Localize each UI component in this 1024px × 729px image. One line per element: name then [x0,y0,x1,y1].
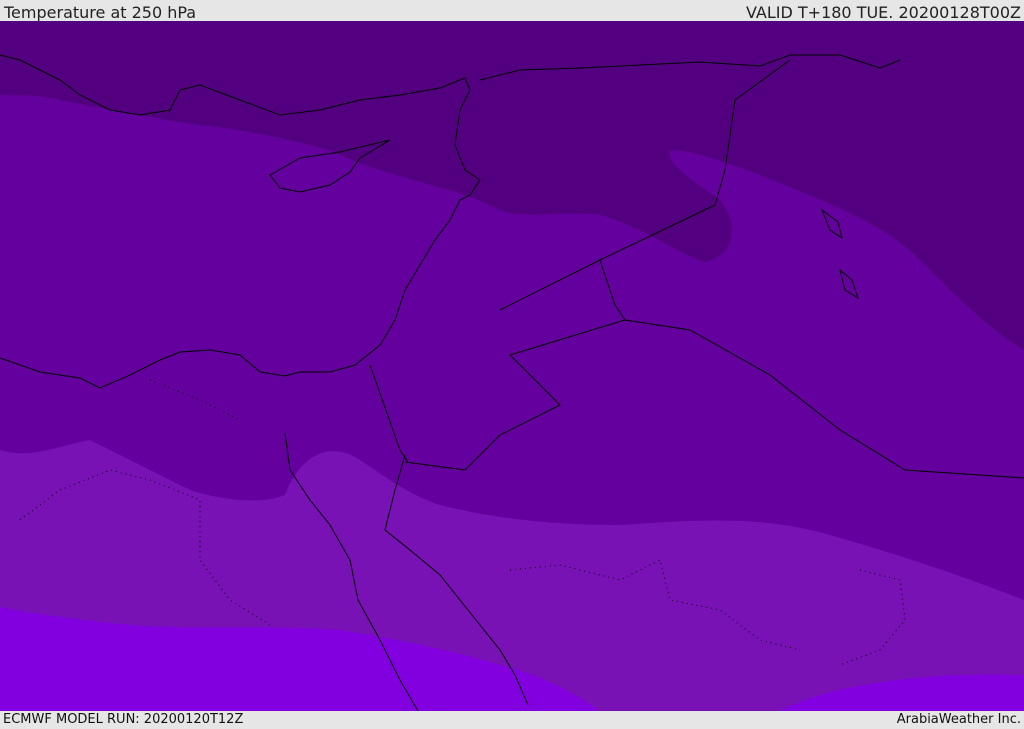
map-footer: ECMWF MODEL RUN: 20200120T12Z ArabiaWeat… [0,711,1024,729]
map-header: Temperature at 250 hPa VALID T+180 TUE. … [0,0,1024,22]
temperature-map [0,21,1024,711]
valid-time-label: VALID T+180 TUE. 20200128T00Z [745,3,1021,22]
credit-label: ArabiaWeather Inc. [896,712,1021,727]
map-title: Temperature at 250 hPa [4,3,197,22]
model-run-label: ECMWF MODEL RUN: 20200120T12Z [3,712,244,727]
